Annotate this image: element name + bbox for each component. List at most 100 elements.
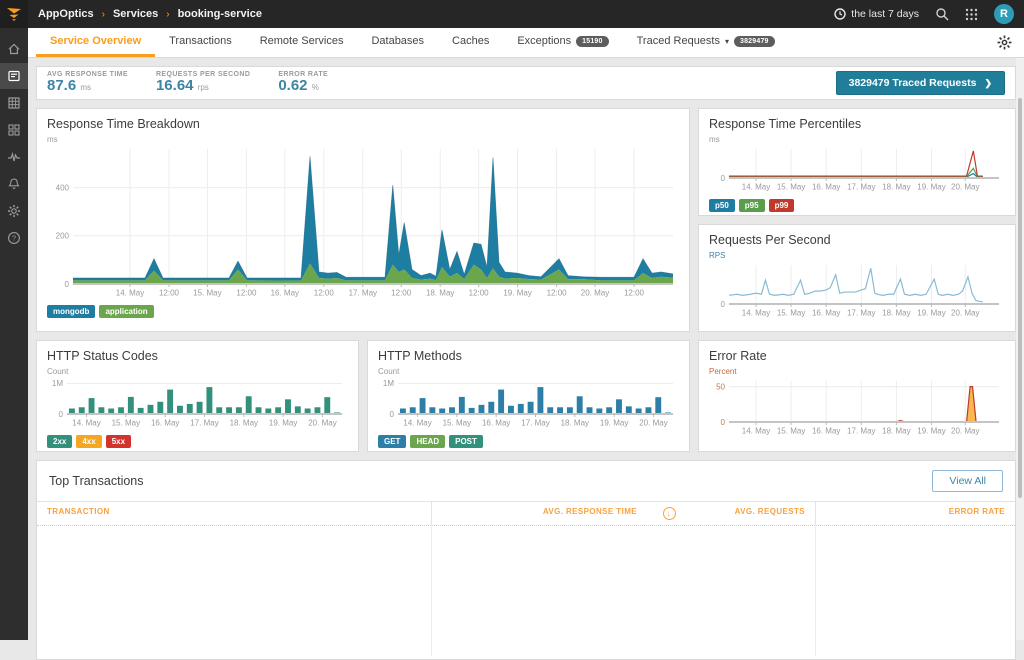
tab-service-overview[interactable]: Service Overview [36, 28, 155, 57]
time-range-label: the last 7 days [851, 8, 919, 20]
scrollbar-thumb[interactable] [1018, 98, 1022, 498]
topbar: AppOptics›Services›booking-service the l… [0, 0, 1024, 28]
sidebar-item-integrations[interactable] [0, 117, 28, 143]
sort-descending-icon[interactable]: ↓ [663, 507, 676, 520]
traced-requests-label: 3829479 Traced Requests [849, 77, 977, 89]
legend-chip-application[interactable]: application [99, 305, 153, 318]
card-title: Response Time Breakdown [47, 117, 679, 131]
page-settings-gear-icon[interactable] [997, 28, 1024, 57]
card-title: Error Rate [709, 349, 1005, 363]
card-top-transactions: Top Transactions View All TRANSACTIONAVG… [36, 460, 1016, 660]
legend-chip-p99[interactable]: p99 [769, 199, 795, 212]
scrollbar[interactable] [1016, 58, 1024, 640]
error-rate-chart[interactable]: 05014. May15. May16. May17. May18. May19… [709, 377, 1005, 435]
y-axis-unit-label: ms [47, 135, 679, 144]
home-icon [7, 42, 21, 56]
legend-chip-post[interactable]: POST [449, 435, 483, 448]
svg-text:15. May: 15. May [443, 419, 471, 428]
svg-text:14. May: 14. May [742, 427, 770, 436]
svg-text:0: 0 [65, 280, 70, 289]
metrics-icon [7, 150, 21, 164]
svg-text:0: 0 [721, 174, 726, 183]
svg-text:18. May: 18. May [882, 183, 910, 192]
breadcrumb: AppOptics›Services›booking-service [38, 8, 262, 20]
sidebar-item-dashboards[interactable] [0, 90, 28, 116]
apps-grid-icon[interactable] [965, 8, 978, 21]
search-icon[interactable] [935, 7, 949, 21]
svg-text:14. May: 14. May [116, 289, 144, 298]
view-all-button[interactable]: View All [932, 470, 1003, 492]
y-axis-unit-label: ms [709, 135, 1005, 144]
solarwinds-logo[interactable] [0, 0, 28, 28]
legend-chip-head[interactable]: HEAD [410, 435, 445, 448]
response-time-percentiles-chart[interactable]: 014. May15. May16. May17. May18. May19. … [709, 145, 1005, 191]
svg-text:19. May: 19. May [917, 427, 945, 436]
tab-caches[interactable]: Caches [438, 28, 503, 57]
svg-text:19. May: 19. May [917, 183, 945, 192]
sidebar-item-alerts[interactable] [0, 171, 28, 197]
svg-text:15. May: 15. May [193, 289, 221, 298]
http-status-codes-chart[interactable]: 01M14. May15. May16. May17. May18. May19… [47, 377, 348, 427]
card-response-time-breakdown: Response Time Breakdown ms 020040014. Ma… [36, 108, 690, 332]
time-range-picker[interactable]: the last 7 days [834, 8, 919, 20]
http-methods-chart[interactable]: 01M14. May15. May16. May17. May18. May19… [378, 377, 679, 427]
svg-text:15. May: 15. May [112, 419, 140, 428]
column-header-avg-requests[interactable]: AVG. REQUESTS [691, 502, 815, 525]
stat-unit: % [312, 83, 319, 92]
legend-chip-p95[interactable]: p95 [739, 199, 765, 212]
sidebar-item-services[interactable] [0, 63, 28, 89]
breadcrumb-separator: › [166, 9, 169, 20]
solarwinds-logo-icon [5, 5, 23, 23]
svg-text:20. May: 20. May [951, 309, 979, 318]
column-header-transaction[interactable]: TRANSACTION [37, 502, 431, 525]
sidebar-item-home[interactable] [0, 36, 28, 62]
chart-legend: 2xx 4xx 5xx [47, 435, 348, 448]
legend-chip-4xx[interactable]: 4xx [76, 435, 101, 448]
legend-chip-get[interactable]: GET [378, 435, 406, 448]
svg-text:14. May: 14. May [72, 419, 100, 428]
tab-transactions[interactable]: Transactions [155, 28, 246, 57]
svg-text:12:00: 12:00 [547, 289, 568, 298]
svg-text:0: 0 [390, 410, 395, 419]
legend-chip-p50[interactable]: p50 [709, 199, 735, 212]
svg-text:17. May: 17. May [847, 183, 875, 192]
sidebar-item-metrics[interactable] [0, 144, 28, 170]
tab-databases[interactable]: Databases [357, 28, 438, 57]
chart-legend: GET HEAD POST [378, 435, 679, 448]
svg-text:17. May: 17. May [847, 309, 875, 318]
legend-chip-5xx[interactable]: 5xx [106, 435, 131, 448]
tab-label: Remote Services [260, 35, 344, 47]
card-requests-per-second: Requests Per Second RPS 014. May15. May1… [698, 224, 1016, 332]
tab-traced-requests[interactable]: Traced Requests▾3829479 [623, 28, 789, 57]
sidebar-item-settings[interactable] [0, 198, 28, 224]
sidebar: ? [0, 28, 28, 640]
tab-exceptions[interactable]: Exceptions15190 [503, 28, 622, 57]
card-http-methods: HTTP Methods Count 01M14. May15. May16. … [367, 340, 690, 452]
card-title: HTTP Methods [378, 349, 679, 363]
breadcrumb-item-appoptics[interactable]: AppOptics [38, 8, 94, 20]
legend-chip-mongodb[interactable]: mongodb [47, 305, 95, 318]
y-axis-unit-label: RPS [709, 251, 1005, 260]
svg-text:17. May: 17. May [847, 427, 875, 436]
svg-text:17. May: 17. May [349, 289, 377, 298]
requests-per-second-chart[interactable]: 014. May15. May16. May17. May18. May19. … [709, 261, 1005, 317]
breadcrumb-item-services[interactable]: Services [113, 8, 158, 20]
sort-column-header[interactable]: ↓ [647, 502, 691, 525]
tab-remote-services[interactable]: Remote Services [246, 28, 358, 57]
breadcrumb-item-booking-service[interactable]: booking-service [178, 8, 262, 20]
svg-text:20. May: 20. May [951, 183, 979, 192]
svg-text:19. May: 19. May [600, 419, 628, 428]
svg-text:18. May: 18. May [882, 309, 910, 318]
avatar[interactable]: R [994, 4, 1014, 24]
response-time-breakdown-chart[interactable]: 020040014. May12:0015. May12:0016. May12… [47, 145, 679, 297]
sidebar-item-help[interactable]: ? [0, 225, 28, 251]
svg-text:50: 50 [716, 382, 725, 391]
column-header-error-rate[interactable]: ERROR RATE [815, 502, 1015, 525]
legend-chip-2xx[interactable]: 2xx [47, 435, 72, 448]
card-title: HTTP Status Codes [47, 349, 348, 363]
column-header-avg-response-time[interactable]: AVG. RESPONSE TIME [431, 502, 647, 525]
svg-text:14. May: 14. May [742, 309, 770, 318]
y-axis-unit-label: Count [47, 367, 348, 376]
card-response-time-percentiles: Response Time Percentiles ms 014. May15.… [698, 108, 1016, 216]
traced-requests-button[interactable]: 3829479 Traced Requests ❯ [836, 71, 1005, 95]
